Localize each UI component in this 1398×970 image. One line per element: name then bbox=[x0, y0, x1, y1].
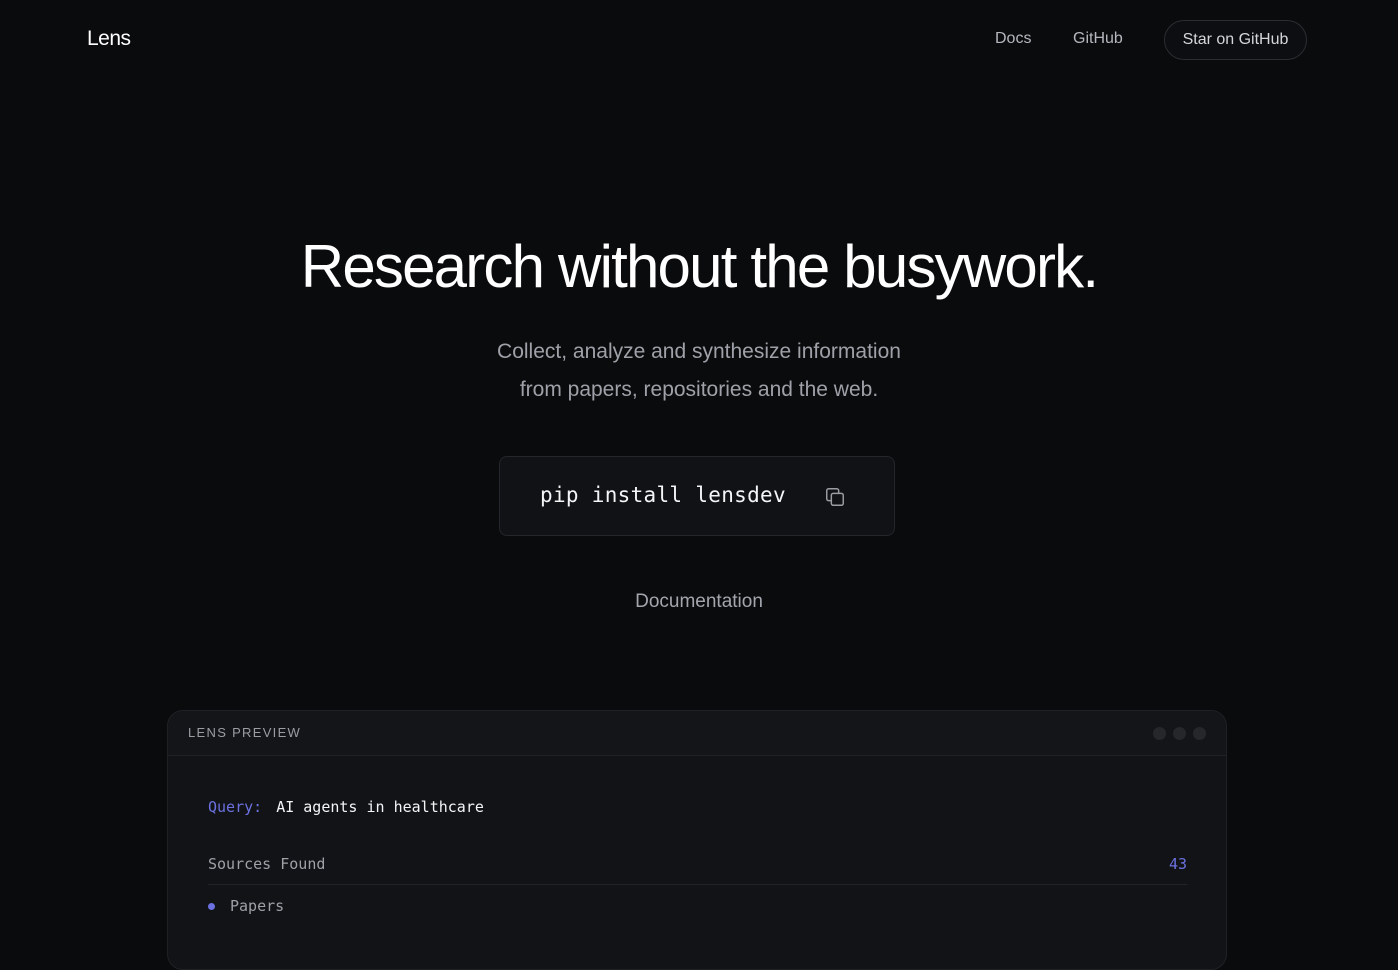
install-command-box: pip install lensdev bbox=[499, 456, 895, 536]
logo[interactable]: Lens bbox=[87, 27, 131, 51]
sources-count: 43 bbox=[1168, 855, 1187, 873]
papers-row: Papers bbox=[208, 897, 284, 915]
sources-label: Sources Found bbox=[208, 855, 326, 873]
window-dot-icon bbox=[1193, 727, 1206, 740]
papers-label: Papers bbox=[230, 897, 285, 915]
window-controls bbox=[1153, 727, 1206, 740]
nav-link-docs[interactable]: Docs bbox=[995, 30, 1031, 48]
install-command[interactable]: pip install lensdev bbox=[540, 483, 786, 507]
bullet-icon bbox=[208, 902, 215, 910]
sources-row: Sources Found 43 bbox=[208, 853, 1187, 885]
query-value: AI agents in healthcare bbox=[276, 798, 484, 816]
hero-subtitle-line-1: Collect, analyze and synthesize informat… bbox=[497, 340, 901, 363]
window-dot-icon bbox=[1173, 727, 1186, 740]
top-nav: Lens Docs GitHub Star on GitHub bbox=[0, 0, 1398, 80]
query-label: Query: bbox=[208, 798, 263, 816]
hero-subtitle-line-2: from papers, repositories and the web. bbox=[519, 378, 879, 401]
hero-title: Research without the busywork. bbox=[300, 233, 1099, 300]
documentation-link[interactable]: Documentation bbox=[0, 591, 1398, 613]
nav-link-github[interactable]: GitHub bbox=[1073, 30, 1123, 48]
window-dot-icon bbox=[1153, 727, 1166, 740]
query-row: Query: AI agents in healthcare bbox=[208, 798, 484, 816]
star-on-github-button[interactable]: Star on GitHub bbox=[1164, 20, 1307, 60]
preview-label: LENS PREVIEW bbox=[188, 725, 302, 740]
hero-subtitle: Collect, analyze and synthesize informat… bbox=[0, 333, 1398, 409]
preview-header: LENS PREVIEW bbox=[168, 711, 1226, 756]
lens-preview-window: LENS PREVIEW Query: AI agents in healthca… bbox=[167, 710, 1227, 970]
copy-icon[interactable] bbox=[822, 484, 848, 510]
